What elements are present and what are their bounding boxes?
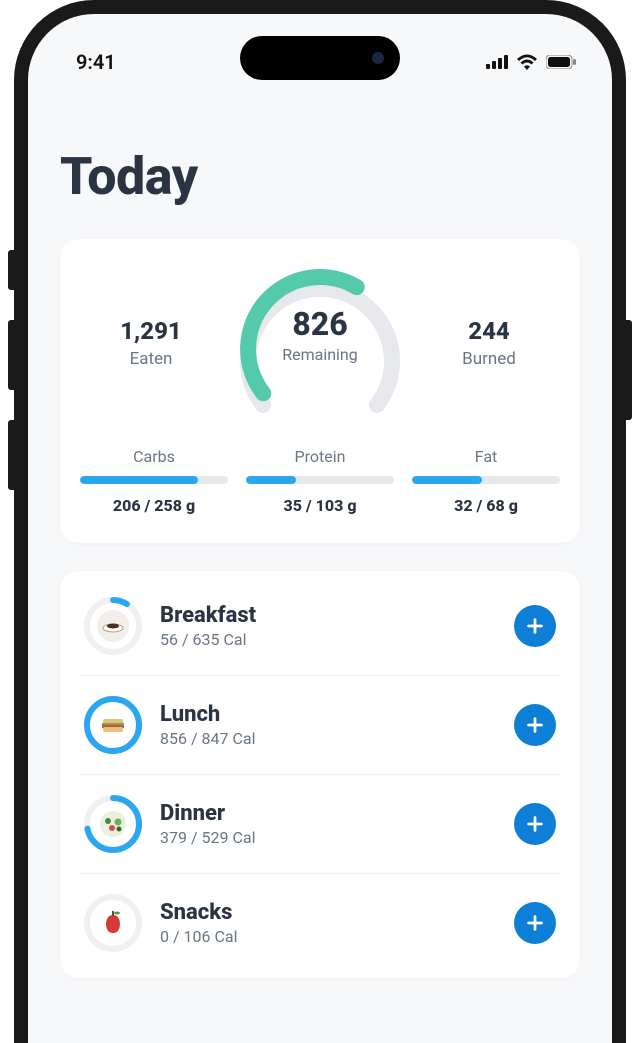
macro-name: Fat	[412, 447, 560, 466]
eaten-label: Eaten	[80, 349, 222, 369]
sandwich-icon	[93, 705, 133, 745]
macro-values: 35 / 103 g	[246, 496, 394, 515]
burned-stat: 244 Burned	[418, 317, 560, 369]
dynamic-island	[240, 36, 400, 80]
add-lunch-button[interactable]	[514, 704, 556, 746]
macro-protein: Protein 35 / 103 g	[246, 447, 394, 515]
meal-name: Breakfast	[160, 603, 496, 628]
macro-name: Protein	[246, 447, 394, 466]
burned-label: Burned	[418, 349, 560, 369]
page-title: Today	[60, 146, 580, 207]
salad-icon	[93, 804, 133, 844]
meals-card: Breakfast 56 / 635 Cal Lunch 856 / 847 C…	[60, 571, 580, 978]
burned-value: 244	[418, 317, 560, 345]
meal-name: Dinner	[160, 801, 496, 826]
plus-icon	[524, 714, 546, 736]
macro-bar	[246, 476, 394, 484]
apple-icon	[93, 903, 133, 943]
macro-values: 206 / 258 g	[80, 496, 228, 515]
phone-frame: 9:41 Today 1,291 Eaten 826	[14, 0, 626, 1043]
cellular-icon	[486, 55, 508, 69]
meal-progress-icon	[84, 597, 142, 655]
meal-row-lunch[interactable]: Lunch 856 / 847 Cal	[80, 676, 560, 775]
meal-row-dinner[interactable]: Dinner 379 / 529 Cal	[80, 775, 560, 874]
macro-carbs: Carbs 206 / 258 g	[80, 447, 228, 515]
macro-name: Carbs	[80, 447, 228, 466]
macro-bar	[412, 476, 560, 484]
meal-name: Snacks	[160, 900, 496, 925]
status-time: 9:41	[76, 50, 116, 74]
battery-icon	[546, 55, 576, 69]
add-snacks-button[interactable]	[514, 902, 556, 944]
summary-card: 1,291 Eaten 826 Remaining 244 Burned	[60, 239, 580, 543]
meal-calories: 56 / 635 Cal	[160, 630, 496, 649]
meal-calories: 0 / 106 Cal	[160, 927, 496, 946]
add-breakfast-button[interactable]	[514, 605, 556, 647]
plus-icon	[524, 813, 546, 835]
macro-fat: Fat 32 / 68 g	[412, 447, 560, 515]
remaining-gauge: 826 Remaining	[230, 263, 410, 423]
eaten-value: 1,291	[80, 317, 222, 345]
meal-row-breakfast[interactable]: Breakfast 56 / 635 Cal	[80, 577, 560, 676]
macro-values: 32 / 68 g	[412, 496, 560, 515]
eaten-stat: 1,291 Eaten	[80, 317, 222, 369]
remaining-label: Remaining	[230, 345, 410, 364]
coffee-icon	[93, 606, 133, 646]
plus-icon	[524, 615, 546, 637]
add-dinner-button[interactable]	[514, 803, 556, 845]
remaining-value: 826	[230, 305, 410, 343]
plus-icon	[524, 912, 546, 934]
meal-progress-icon	[84, 894, 142, 952]
wifi-icon	[516, 54, 538, 70]
meal-calories: 856 / 847 Cal	[160, 729, 496, 748]
meal-name: Lunch	[160, 702, 496, 727]
meal-progress-icon	[84, 795, 142, 853]
meal-row-snacks[interactable]: Snacks 0 / 106 Cal	[80, 874, 560, 972]
meal-progress-icon	[84, 696, 142, 754]
meal-calories: 379 / 529 Cal	[160, 828, 496, 847]
macro-bar	[80, 476, 228, 484]
